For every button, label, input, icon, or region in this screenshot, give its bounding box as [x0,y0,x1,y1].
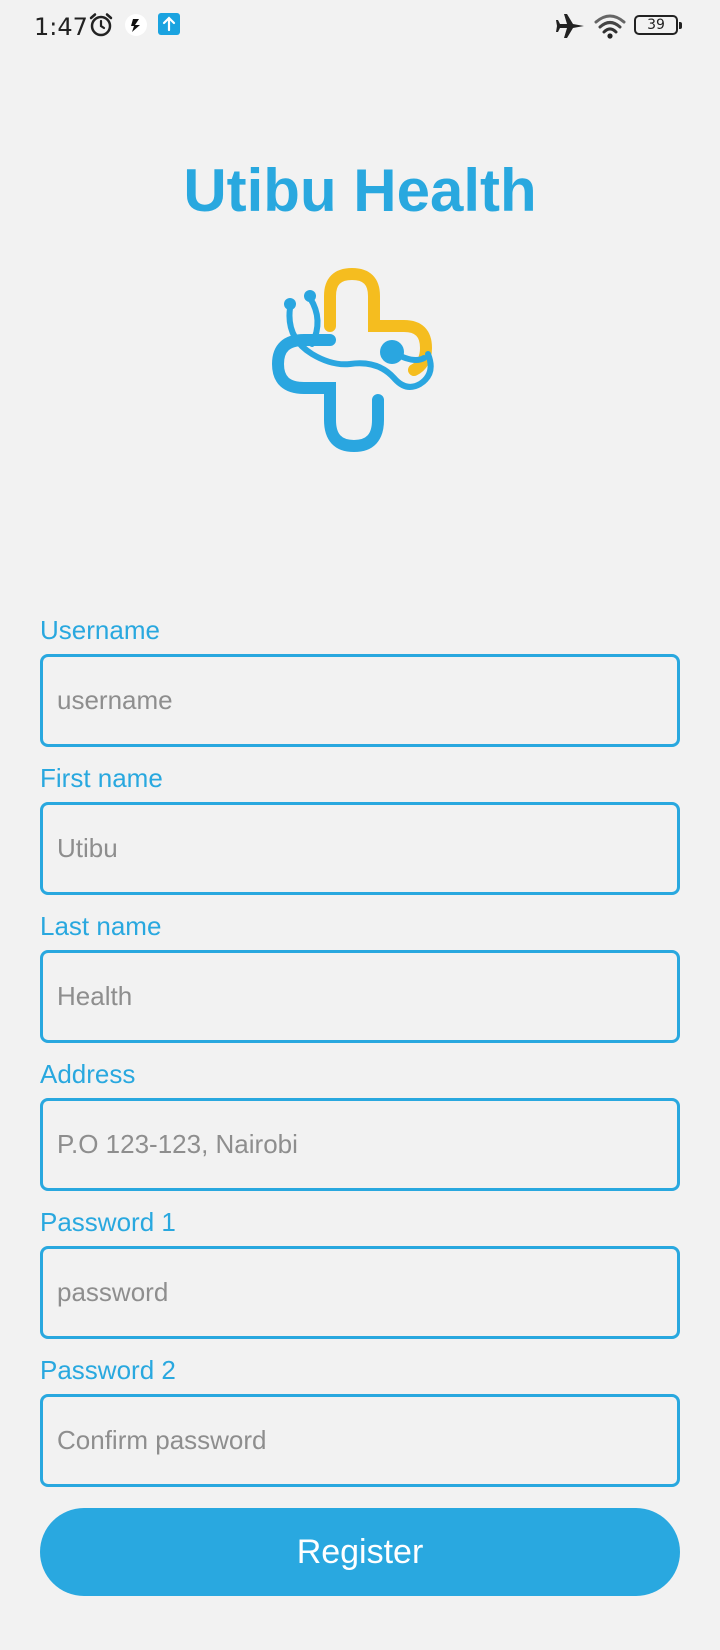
address-label: Address [40,1059,136,1089]
last-name-input[interactable] [40,950,680,1043]
status-bar: 1:47 39 [0,0,720,54]
wifi-icon [594,14,626,39]
confirm-password-label: Password 2 [40,1355,176,1385]
confirm-password-input[interactable] [40,1394,680,1487]
username-input[interactable] [40,654,680,747]
first-name-input[interactable] [40,802,680,895]
app-title: Utibu Health [183,157,537,224]
password-input[interactable] [40,1246,680,1339]
status-time: 1:47 [34,13,88,41]
battery-icon: 39 [634,15,682,35]
medical-cross-stethoscope-logo [271,268,434,452]
username-label: Username [40,615,160,645]
battery-level: 39 [647,17,665,33]
alarm-icon [89,13,113,37]
register-button[interactable]: Register [40,1508,680,1596]
password-label: Password 1 [40,1207,176,1237]
last-name-label: Last name [40,911,162,941]
registration-form: Username First name Last name Address Pa… [40,612,680,1500]
app-notification-icon [125,14,147,36]
first-name-label: First name [40,763,163,793]
upload-icon [158,13,180,35]
address-input[interactable] [40,1098,680,1191]
airplane-mode-icon [556,14,584,38]
